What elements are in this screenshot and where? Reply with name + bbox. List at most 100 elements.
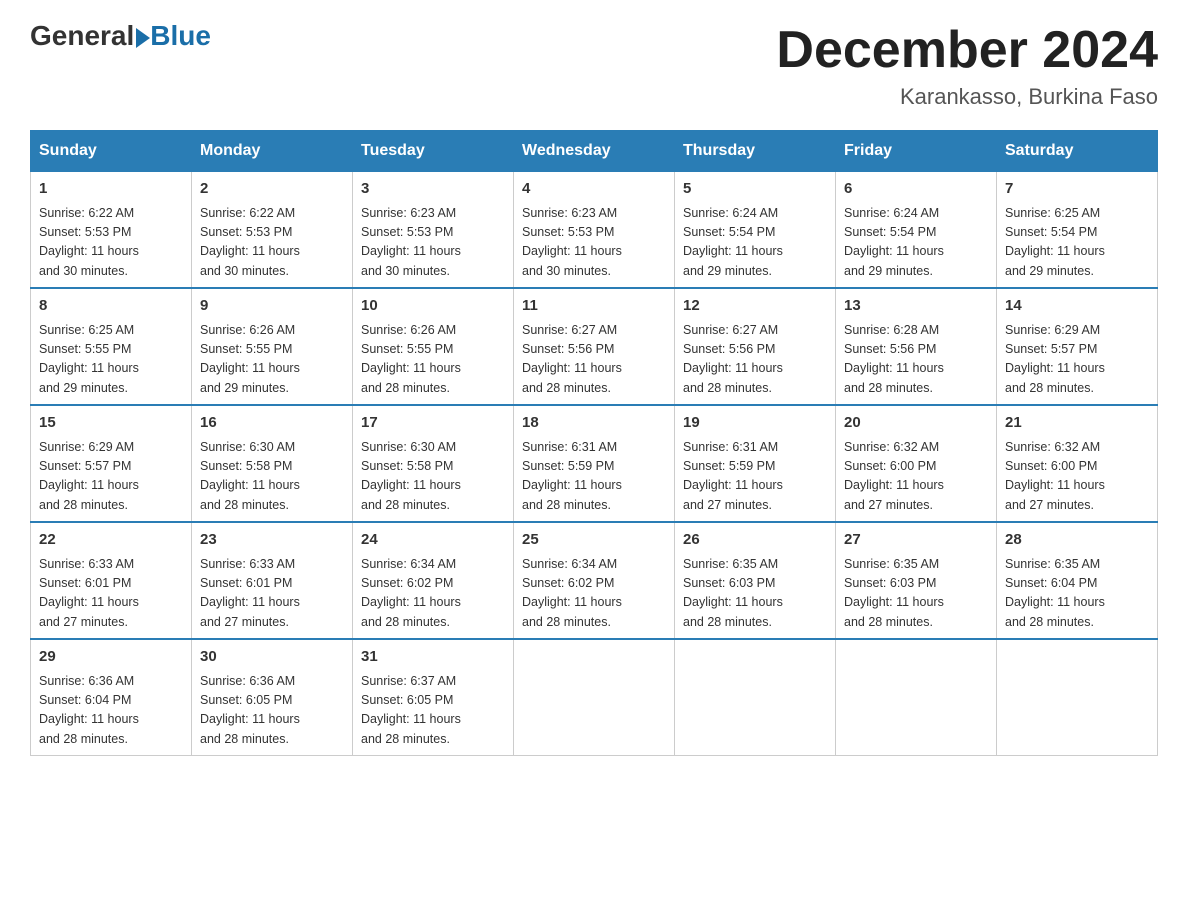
location-text: Karankasso, Burkina Faso [776,84,1158,110]
day-number: 24 [361,529,505,552]
day-number: 26 [683,529,827,552]
day-info: Sunrise: 6:23 AM Sunset: 5:53 PM Dayligh… [522,204,666,282]
table-row: 22 Sunrise: 6:33 AM Sunset: 6:01 PM Dayl… [31,522,192,639]
table-row: 4 Sunrise: 6:23 AM Sunset: 5:53 PM Dayli… [514,171,675,288]
day-info: Sunrise: 6:34 AM Sunset: 6:02 PM Dayligh… [361,555,505,633]
day-info: Sunrise: 6:34 AM Sunset: 6:02 PM Dayligh… [522,555,666,633]
page-header: General Blue December 2024 Karankasso, B… [30,20,1158,110]
table-row: 8 Sunrise: 6:25 AM Sunset: 5:55 PM Dayli… [31,288,192,405]
table-row [675,639,836,756]
table-row: 27 Sunrise: 6:35 AM Sunset: 6:03 PM Dayl… [836,522,997,639]
day-number: 4 [522,178,666,201]
day-number: 13 [844,295,988,318]
logo-blue-part: Blue [134,20,211,52]
day-number: 31 [361,646,505,669]
table-row: 9 Sunrise: 6:26 AM Sunset: 5:55 PM Dayli… [192,288,353,405]
day-info: Sunrise: 6:35 AM Sunset: 6:03 PM Dayligh… [683,555,827,633]
day-info: Sunrise: 6:37 AM Sunset: 6:05 PM Dayligh… [361,672,505,750]
table-row: 23 Sunrise: 6:33 AM Sunset: 6:01 PM Dayl… [192,522,353,639]
day-info: Sunrise: 6:31 AM Sunset: 5:59 PM Dayligh… [522,438,666,516]
table-row [836,639,997,756]
table-row: 13 Sunrise: 6:28 AM Sunset: 5:56 PM Dayl… [836,288,997,405]
day-info: Sunrise: 6:33 AM Sunset: 6:01 PM Dayligh… [200,555,344,633]
month-title: December 2024 [776,20,1158,80]
table-row: 17 Sunrise: 6:30 AM Sunset: 5:58 PM Dayl… [353,405,514,522]
table-row: 5 Sunrise: 6:24 AM Sunset: 5:54 PM Dayli… [675,171,836,288]
day-info: Sunrise: 6:30 AM Sunset: 5:58 PM Dayligh… [361,438,505,516]
day-number: 16 [200,412,344,435]
day-info: Sunrise: 6:27 AM Sunset: 5:56 PM Dayligh… [683,321,827,399]
day-number: 18 [522,412,666,435]
day-number: 21 [1005,412,1149,435]
table-row: 6 Sunrise: 6:24 AM Sunset: 5:54 PM Dayli… [836,171,997,288]
table-row: 26 Sunrise: 6:35 AM Sunset: 6:03 PM Dayl… [675,522,836,639]
day-number: 2 [200,178,344,201]
table-row: 2 Sunrise: 6:22 AM Sunset: 5:53 PM Dayli… [192,171,353,288]
day-number: 10 [361,295,505,318]
day-number: 29 [39,646,183,669]
day-info: Sunrise: 6:28 AM Sunset: 5:56 PM Dayligh… [844,321,988,399]
day-number: 22 [39,529,183,552]
day-info: Sunrise: 6:26 AM Sunset: 5:55 PM Dayligh… [200,321,344,399]
header-monday: Monday [192,131,353,171]
day-info: Sunrise: 6:27 AM Sunset: 5:56 PM Dayligh… [522,321,666,399]
header-friday: Friday [836,131,997,171]
header-sunday: Sunday [31,131,192,171]
table-row: 19 Sunrise: 6:31 AM Sunset: 5:59 PM Dayl… [675,405,836,522]
day-info: Sunrise: 6:36 AM Sunset: 6:05 PM Dayligh… [200,672,344,750]
day-info: Sunrise: 6:24 AM Sunset: 5:54 PM Dayligh… [844,204,988,282]
logo-general-text: General [30,20,134,52]
day-info: Sunrise: 6:33 AM Sunset: 6:01 PM Dayligh… [39,555,183,633]
day-info: Sunrise: 6:23 AM Sunset: 5:53 PM Dayligh… [361,204,505,282]
day-number: 20 [844,412,988,435]
calendar-table: Sunday Monday Tuesday Wednesday Thursday… [30,130,1158,756]
header-tuesday: Tuesday [353,131,514,171]
day-info: Sunrise: 6:25 AM Sunset: 5:55 PM Dayligh… [39,321,183,399]
table-row: 30 Sunrise: 6:36 AM Sunset: 6:05 PM Dayl… [192,639,353,756]
table-row: 1 Sunrise: 6:22 AM Sunset: 5:53 PM Dayli… [31,171,192,288]
day-info: Sunrise: 6:25 AM Sunset: 5:54 PM Dayligh… [1005,204,1149,282]
day-number: 30 [200,646,344,669]
day-number: 19 [683,412,827,435]
logo: General Blue [30,20,211,52]
day-number: 15 [39,412,183,435]
day-info: Sunrise: 6:31 AM Sunset: 5:59 PM Dayligh… [683,438,827,516]
calendar-week-5: 29 Sunrise: 6:36 AM Sunset: 6:04 PM Dayl… [31,639,1158,756]
day-number: 12 [683,295,827,318]
calendar-week-2: 8 Sunrise: 6:25 AM Sunset: 5:55 PM Dayli… [31,288,1158,405]
day-number: 9 [200,295,344,318]
day-info: Sunrise: 6:35 AM Sunset: 6:04 PM Dayligh… [1005,555,1149,633]
day-info: Sunrise: 6:36 AM Sunset: 6:04 PM Dayligh… [39,672,183,750]
table-row: 18 Sunrise: 6:31 AM Sunset: 5:59 PM Dayl… [514,405,675,522]
day-info: Sunrise: 6:29 AM Sunset: 5:57 PM Dayligh… [1005,321,1149,399]
day-number: 6 [844,178,988,201]
table-row: 11 Sunrise: 6:27 AM Sunset: 5:56 PM Dayl… [514,288,675,405]
table-row: 15 Sunrise: 6:29 AM Sunset: 5:57 PM Dayl… [31,405,192,522]
calendar-week-4: 22 Sunrise: 6:33 AM Sunset: 6:01 PM Dayl… [31,522,1158,639]
day-number: 3 [361,178,505,201]
logo-blue-text: Blue [150,20,211,52]
title-section: December 2024 Karankasso, Burkina Faso [776,20,1158,110]
day-number: 1 [39,178,183,201]
day-number: 7 [1005,178,1149,201]
table-row: 24 Sunrise: 6:34 AM Sunset: 6:02 PM Dayl… [353,522,514,639]
header-wednesday: Wednesday [514,131,675,171]
table-row: 21 Sunrise: 6:32 AM Sunset: 6:00 PM Dayl… [997,405,1158,522]
calendar-week-1: 1 Sunrise: 6:22 AM Sunset: 5:53 PM Dayli… [31,171,1158,288]
table-row: 14 Sunrise: 6:29 AM Sunset: 5:57 PM Dayl… [997,288,1158,405]
day-info: Sunrise: 6:32 AM Sunset: 6:00 PM Dayligh… [1005,438,1149,516]
calendar-week-3: 15 Sunrise: 6:29 AM Sunset: 5:57 PM Dayl… [31,405,1158,522]
day-info: Sunrise: 6:22 AM Sunset: 5:53 PM Dayligh… [39,204,183,282]
table-row: 3 Sunrise: 6:23 AM Sunset: 5:53 PM Dayli… [353,171,514,288]
day-number: 8 [39,295,183,318]
day-number: 17 [361,412,505,435]
table-row: 7 Sunrise: 6:25 AM Sunset: 5:54 PM Dayli… [997,171,1158,288]
day-number: 11 [522,295,666,318]
header-thursday: Thursday [675,131,836,171]
header-saturday: Saturday [997,131,1158,171]
weekday-header-row: Sunday Monday Tuesday Wednesday Thursday… [31,131,1158,171]
day-info: Sunrise: 6:29 AM Sunset: 5:57 PM Dayligh… [39,438,183,516]
day-info: Sunrise: 6:35 AM Sunset: 6:03 PM Dayligh… [844,555,988,633]
day-number: 25 [522,529,666,552]
day-info: Sunrise: 6:32 AM Sunset: 6:00 PM Dayligh… [844,438,988,516]
